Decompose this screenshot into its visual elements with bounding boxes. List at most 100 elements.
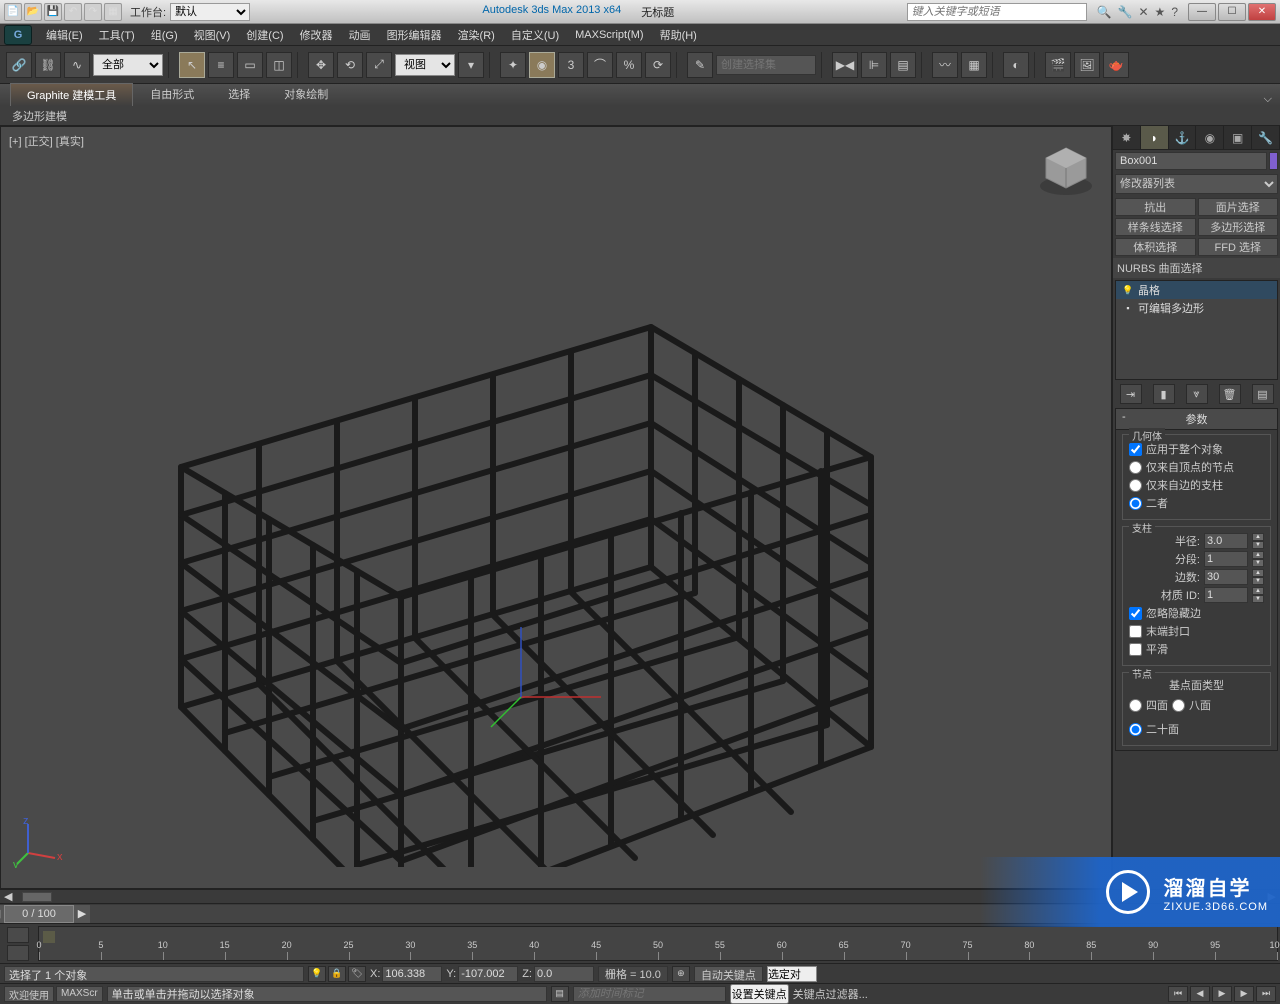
spin-down-icon[interactable]: ▼ [1252,559,1264,567]
pin-stack-icon[interactable]: ⇥ [1120,384,1142,404]
menu-views[interactable]: 视图(V) [186,27,239,43]
tab-motion-icon[interactable]: ◉ [1196,126,1224,149]
ribbon-panel[interactable]: 多边形建模 [0,106,1280,126]
spin-up-icon[interactable]: ▲ [1252,551,1264,559]
curve-editor-icon[interactable]: 〰 [932,52,958,78]
next-frame-icon[interactable]: ▶ [1234,986,1254,1002]
minimize-button[interactable]: — [1188,3,1216,21]
btn-poly-select[interactable]: 多边形选择 [1198,218,1279,236]
configure-sets-icon[interactable]: ▤ [1252,384,1274,404]
menu-maxscript[interactable]: MAXScript(M) [567,29,651,41]
coord-y-input[interactable] [458,966,518,982]
show-result-icon[interactable]: ▮ [1153,384,1175,404]
manipulate-icon[interactable]: ✦ [500,52,526,78]
unlink-icon[interactable]: ⛓ [35,52,61,78]
radio-icosa[interactable]: 二十面 [1129,721,1179,737]
menu-help[interactable]: 帮助(H) [652,27,705,43]
coord-x-input[interactable] [382,966,442,982]
goto-end-icon[interactable]: ⏭ [1256,986,1276,1002]
rollout-header[interactable]: -参数 [1116,409,1277,430]
bulb-icon[interactable]: 💡 [1122,284,1134,296]
menu-group[interactable]: 组(G) [143,27,186,43]
tab-modify-icon[interactable]: ◗ [1141,126,1169,149]
square-icon[interactable]: ▪ [1122,302,1134,314]
schematic-icon[interactable]: ▦ [961,52,987,78]
setkey-button[interactable]: 设置关键点 [730,984,789,1004]
new-icon[interactable]: 📄 [4,3,22,21]
ribbon-collapse-icon[interactable]: ⌵ [1256,93,1280,106]
render-icon[interactable]: 🫖 [1103,52,1129,78]
time-ruler[interactable]: 0510152025303540455055606570758085909510… [38,926,1278,961]
angle-snap-icon[interactable]: ⌒ [587,52,613,78]
select-object-icon[interactable]: ↖ [179,52,205,78]
scroll-left-icon[interactable]: ◀ [0,890,16,903]
object-name-input[interactable] [1115,152,1267,170]
help-search-input[interactable] [907,3,1087,21]
spin-down-icon[interactable]: ▼ [1252,541,1264,549]
tab-display-icon[interactable]: ▣ [1224,126,1252,149]
undo-icon[interactable]: ↶ [64,3,82,21]
lock-icon[interactable]: 🔒 [328,966,346,982]
menu-grapheditors[interactable]: 图形编辑器 [379,27,450,43]
spin-up-icon[interactable]: ▲ [1252,569,1264,577]
spin-up-icon[interactable]: ▲ [1252,587,1264,595]
app-menu-icon[interactable]: G [4,25,32,45]
remove-modifier-icon[interactable]: 🗑 [1219,384,1241,404]
spin-down-icon[interactable]: ▼ [1252,595,1264,603]
prev-frame-icon[interactable]: ◀ [1190,986,1210,1002]
menu-rendering[interactable]: 渲染(R) [450,27,503,43]
scroll-right-icon[interactable]: ▶ [1264,890,1280,903]
maximize-button[interactable]: ☐ [1218,3,1246,21]
link-icon[interactable]: 🔗 [6,52,32,78]
pivot-icon[interactable]: ▾ [458,52,484,78]
open-icon[interactable]: 📂 [24,3,42,21]
modifier-list-dropdown[interactable]: 修改器列表 [1115,174,1278,194]
nurbs-button[interactable]: NURBS 曲面选择 [1113,258,1280,278]
radio-tetra[interactable]: 四面 [1129,697,1168,713]
workspace-dropdown[interactable]: 默认 [170,3,250,21]
radio-joints-verts[interactable]: 仅来自顶点的节点 [1129,459,1264,475]
move-icon[interactable]: ✥ [308,52,334,78]
close-button[interactable]: ✕ [1248,3,1276,21]
exchange-icon[interactable]: ✕ [1138,5,1148,19]
save-icon[interactable]: 💾 [44,3,62,21]
material-editor-icon[interactable]: ◐ [1003,52,1029,78]
viewport[interactable]: [+] [正交] [真实] [0,126,1112,889]
lock-selection-icon[interactable]: 💡 [308,966,326,982]
spinner-snap-icon[interactable]: ⟳ [645,52,671,78]
render-setup-icon[interactable]: 🎬 [1045,52,1071,78]
welcome-tab[interactable]: 欢迎使用 [4,986,54,1002]
time-slider-handle[interactable]: 0 / 100 [4,905,74,923]
project-icon[interactable]: ▦ [104,3,122,21]
add-time-tag-input[interactable] [573,986,726,1002]
layers-icon[interactable]: ▤ [890,52,916,78]
keyfilter-label[interactable]: 关键点过滤器... [793,986,868,1002]
named-selection-input[interactable] [716,55,816,75]
coord-z-input[interactable] [534,966,594,982]
radius-input[interactable] [1204,533,1248,549]
autokey-button[interactable]: 自动关键点 [694,966,763,982]
render-frame-icon[interactable]: 🖼 [1074,52,1100,78]
key-icon[interactable]: 🔧 [1118,5,1133,19]
named-sel-icon[interactable]: ✎ [687,52,713,78]
btn-extrude[interactable]: 抗出 [1115,198,1196,216]
btn-spline-select[interactable]: 样条线选择 [1115,218,1196,236]
help-icon[interactable]: ? [1171,5,1178,19]
select-window-icon[interactable]: ◫ [266,52,292,78]
align-icon[interactable]: ⊫ [861,52,887,78]
tab-create-icon[interactable]: ✸ [1113,126,1141,149]
radio-octa[interactable]: 八面 [1172,697,1211,713]
time-slider[interactable]: ◀ 0 / 100 ▶ [4,905,1276,923]
ribbon-tab-freeform[interactable]: 自由形式 [133,82,211,106]
range-bar[interactable] [43,931,55,943]
snap-3-icon[interactable]: 3 [558,52,584,78]
sides-input[interactable] [1204,569,1248,585]
smooth-checkbox[interactable]: 平滑 [1129,641,1264,657]
spin-down-icon[interactable]: ▼ [1252,577,1264,585]
play-icon[interactable]: ▶ [1212,986,1232,1002]
scale-icon[interactable]: ⤢ [366,52,392,78]
btn-ffd-select[interactable]: FFD 选择 [1198,238,1279,256]
comm-icon[interactable]: ⊕ [672,966,690,982]
menu-modifiers[interactable]: 修改器 [292,27,341,43]
rotate-icon[interactable]: ⟲ [337,52,363,78]
